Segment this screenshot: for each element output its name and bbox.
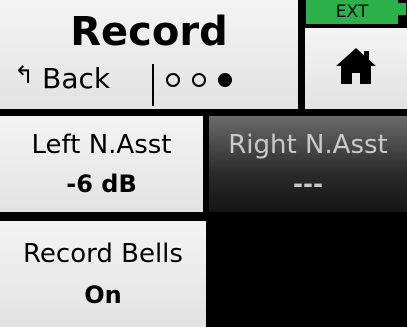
right-asst-label: Right N.Asst [228, 130, 388, 160]
left-asst-label: Left N.Asst [31, 130, 172, 160]
ext-status-badge: EXT [306, 0, 398, 24]
page-indicator [166, 66, 232, 94]
home-button[interactable] [305, 28, 407, 109]
back-label: Back [42, 61, 111, 95]
record-bells-label: Record Bells [23, 239, 183, 269]
page-title: Record [70, 9, 228, 55]
record-bells-button[interactable]: Record Bells On [0, 221, 206, 327]
record-bells-value: On [84, 281, 122, 309]
page-dot-2 [192, 73, 206, 87]
page-dot-1 [166, 73, 180, 87]
home-panel: EXT [305, 0, 407, 109]
home-icon [336, 48, 376, 84]
ext-badge-tab [398, 3, 406, 15]
return-arrow-icon: ↰ [14, 61, 35, 89]
header-panel: Record ↰ Back [0, 0, 298, 109]
left-asst-value: -6 dB [66, 170, 137, 198]
left-noise-assist-button[interactable]: Left N.Asst -6 dB [0, 116, 203, 212]
right-noise-assist-button: Right N.Asst --- [209, 116, 407, 212]
page-dot-3-active [218, 73, 232, 87]
back-button[interactable]: ↰ Back [14, 60, 110, 96]
header-divider [152, 64, 154, 106]
right-asst-value: --- [293, 170, 323, 198]
